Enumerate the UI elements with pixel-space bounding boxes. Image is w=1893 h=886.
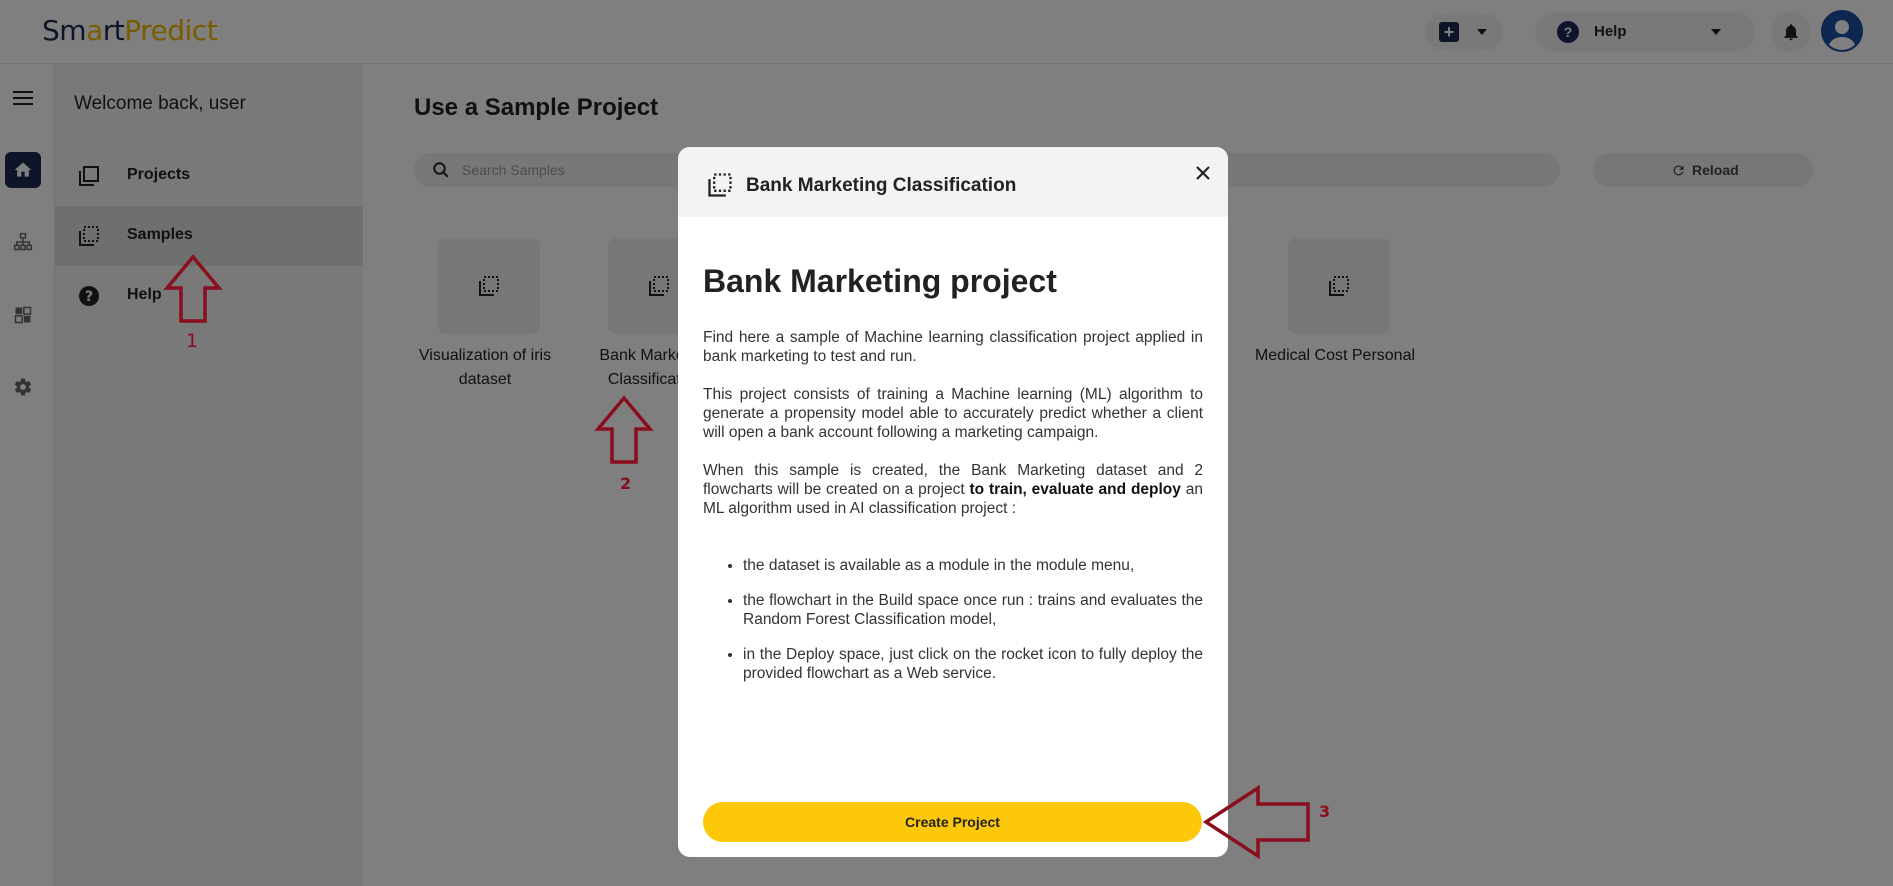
modal-header: Bank Marketing Classification [678,147,1228,217]
list-item: the flowchart in the Build space once ru… [743,591,1203,629]
modal-body: Bank Marketing project Find here a sampl… [703,263,1203,699]
description-creation: When this sample is created, the Bank Ma… [703,462,1203,517]
annotation-number: 3 [1319,802,1331,821]
list-item: in the Deploy space, just click on the r… [743,645,1203,683]
description-intro: Find here a sample of Machine learning c… [703,329,1203,365]
description-details: This project consists of training a Mach… [703,386,1203,441]
create-project-button[interactable]: Create Project [703,802,1202,842]
close-button[interactable] [1190,159,1216,185]
list-item: the dataset is available as a module in … [743,556,1203,575]
close-icon [1196,166,1210,180]
modal-title: Bank Marketing Classification [746,175,1017,196]
feature-list: the dataset is available as a module in … [743,556,1203,683]
project-heading: Bank Marketing project [703,263,1057,299]
annotation-number: 1 [186,330,199,352]
annotation-number: 2 [620,474,632,493]
samples-icon [708,173,732,197]
sample-detail-modal: Bank Marketing Classification Bank Marke… [678,147,1228,857]
